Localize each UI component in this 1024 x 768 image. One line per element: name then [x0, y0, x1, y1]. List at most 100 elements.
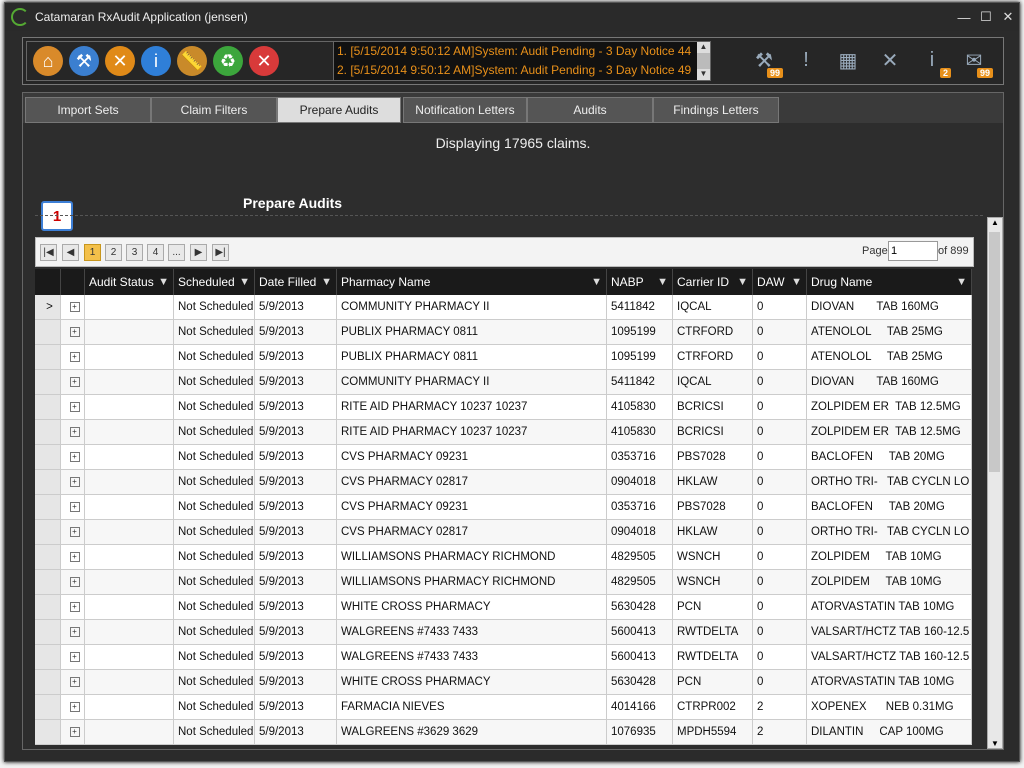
page-button[interactable]: 4 [147, 244, 164, 261]
home-icon[interactable]: ⌂ [33, 46, 63, 76]
expand-icon[interactable]: + [69, 327, 80, 337]
page-input[interactable] [888, 241, 938, 261]
table-row[interactable]: + Not Scheduled 5/9/2013 WALGREENS #7433 74… [35, 645, 972, 670]
row-selector[interactable]: > [35, 295, 61, 320]
expand-icon[interactable]: + [69, 377, 80, 387]
tab-claim-filters[interactable]: Claim Filters [151, 97, 277, 123]
expand-icon[interactable]: + [69, 477, 80, 487]
expand-icon[interactable]: + [69, 727, 80, 737]
column-header[interactable]: Pharmacy Name ▼ [337, 269, 607, 295]
row-selector[interactable] [35, 345, 61, 370]
close-window-button[interactable]: ✕ [997, 9, 1019, 25]
row-selector[interactable] [35, 595, 61, 620]
tab-import-sets[interactable]: Import Sets [25, 97, 151, 123]
row-selector[interactable] [35, 520, 61, 545]
filter-icon[interactable]: ▼ [791, 276, 802, 288]
expand-cell[interactable]: + [61, 720, 85, 745]
expand-icon[interactable]: + [69, 602, 80, 612]
expand-icon[interactable]: + [69, 402, 80, 412]
column-header[interactable]: NABP ▼ [607, 269, 673, 295]
table-row[interactable]: + Not Scheduled 5/9/2013 PUBLIX PHARMACY 08… [35, 345, 972, 370]
filter-icon[interactable]: ▼ [737, 276, 748, 288]
cross-tools-icon[interactable]: ✕ [105, 46, 135, 76]
prev-page-button[interactable]: ◀ [62, 244, 79, 261]
column-header[interactable]: Scheduled ▼ [174, 269, 255, 295]
row-selector[interactable] [35, 370, 61, 395]
expand-cell[interactable]: + [61, 570, 85, 595]
filter-icon[interactable]: ▼ [591, 276, 602, 288]
next-page-button[interactable]: ▶ [190, 244, 207, 261]
row-selector[interactable] [35, 545, 61, 570]
ruler-icon[interactable]: 📏 [177, 46, 207, 76]
table-row[interactable]: + Not Scheduled 5/9/2013 CVS PHARMACY 02817… [35, 520, 972, 545]
row-selector[interactable] [35, 470, 61, 495]
expand-icon[interactable]: + [69, 577, 80, 587]
table-row[interactable]: + Not Scheduled 5/9/2013 WALGREENS #7433 74… [35, 620, 972, 645]
expand-cell[interactable]: + [61, 495, 85, 520]
row-selector[interactable] [35, 695, 61, 720]
alert-icon[interactable]: ! [791, 45, 821, 75]
info-icon[interactable]: i [141, 46, 171, 76]
expand-icon[interactable]: + [69, 427, 80, 437]
scroll-down-icon[interactable]: ▼ [697, 69, 710, 80]
table-row[interactable]: + Not Scheduled 5/9/2013 RITE AID PHARMACY … [35, 420, 972, 445]
expand-cell[interactable]: + [61, 445, 85, 470]
filter-icon[interactable]: ▼ [158, 276, 169, 288]
tab-findings-letters[interactable]: Findings Letters [653, 97, 779, 123]
scroll-down-icon[interactable]: ▼ [988, 739, 1002, 748]
table-row[interactable]: + Not Scheduled 5/9/2013 RITE AID PHARMACY … [35, 395, 972, 420]
expand-icon[interactable]: + [69, 627, 80, 637]
row-selector[interactable] [35, 420, 61, 445]
info-badge-icon[interactable]: i2 [917, 45, 951, 78]
expand-cell[interactable]: + [61, 420, 85, 445]
expand-icon[interactable]: + [69, 702, 80, 712]
column-header[interactable]: DAW ▼ [753, 269, 807, 295]
table-row[interactable]: + Not Scheduled 5/9/2013 PUBLIX PHARMACY 08… [35, 320, 972, 345]
expand-icon[interactable]: + [69, 552, 80, 562]
first-page-button[interactable]: |◀ [40, 244, 57, 261]
table-row[interactable]: + Not Scheduled 5/9/2013 WALGREENS #3629 36… [35, 720, 972, 745]
page-button[interactable]: 1 [84, 244, 101, 261]
row-selector[interactable] [35, 570, 61, 595]
table-row[interactable]: + Not Scheduled 5/9/2013 WHITE CROSS PHARMA… [35, 595, 972, 620]
filter-icon[interactable]: ▼ [239, 276, 250, 288]
expand-cell[interactable]: + [61, 520, 85, 545]
last-page-button[interactable]: ▶| [212, 244, 229, 261]
scroll-thumb[interactable] [989, 232, 1000, 472]
row-selector[interactable] [35, 395, 61, 420]
expand-cell[interactable]: + [61, 370, 85, 395]
column-header[interactable]: Drug Name ▼ [807, 269, 972, 295]
expand-icon[interactable]: + [69, 652, 80, 662]
close-icon[interactable]: ✕ [249, 46, 279, 76]
expand-cell[interactable]: + [61, 670, 85, 695]
expand-cell[interactable]: + [61, 295, 85, 320]
scroll-thumb[interactable] [697, 53, 710, 69]
log-scrollbar[interactable]: ▲ ▼ [697, 42, 710, 80]
row-selector[interactable] [35, 320, 61, 345]
tab-notification-letters[interactable]: Notification Letters [403, 97, 527, 123]
cancel-icon[interactable]: ✕ [875, 45, 905, 75]
row-selector[interactable] [35, 495, 61, 520]
expand-cell[interactable]: + [61, 395, 85, 420]
table-row[interactable]: + Not Scheduled 5/9/2013 WHITE CROSS PHARMA… [35, 670, 972, 695]
expand-icon[interactable]: + [69, 527, 80, 537]
expand-icon[interactable]: + [69, 302, 80, 312]
expand-cell[interactable]: + [61, 595, 85, 620]
row-selector[interactable] [35, 670, 61, 695]
filter-icon[interactable]: ▼ [321, 276, 332, 288]
filter-icon[interactable]: ▼ [956, 276, 967, 288]
tab-prepare-audits[interactable]: Prepare Audits [277, 97, 401, 123]
expand-cell[interactable]: + [61, 320, 85, 345]
expand-cell[interactable]: + [61, 545, 85, 570]
scroll-up-icon[interactable]: ▲ [988, 218, 1002, 227]
expand-cell[interactable]: + [61, 645, 85, 670]
table-row[interactable]: + Not Scheduled 5/9/2013 FARMACIA NIEVES 401… [35, 695, 972, 720]
tools-icon[interactable]: ⚒ [69, 46, 99, 76]
expand-cell[interactable]: + [61, 620, 85, 645]
table-row[interactable]: + Not Scheduled 5/9/2013 CVS PHARMACY 09231… [35, 445, 972, 470]
refresh-icon[interactable]: ♻ [213, 46, 243, 76]
expand-icon[interactable]: + [69, 677, 80, 687]
expand-icon[interactable]: + [69, 452, 80, 462]
calendar-icon[interactable]: ▦ [833, 45, 863, 75]
table-row[interactable]: + Not Scheduled 5/9/2013 WILLIAMSONS PHARMA… [35, 570, 972, 595]
